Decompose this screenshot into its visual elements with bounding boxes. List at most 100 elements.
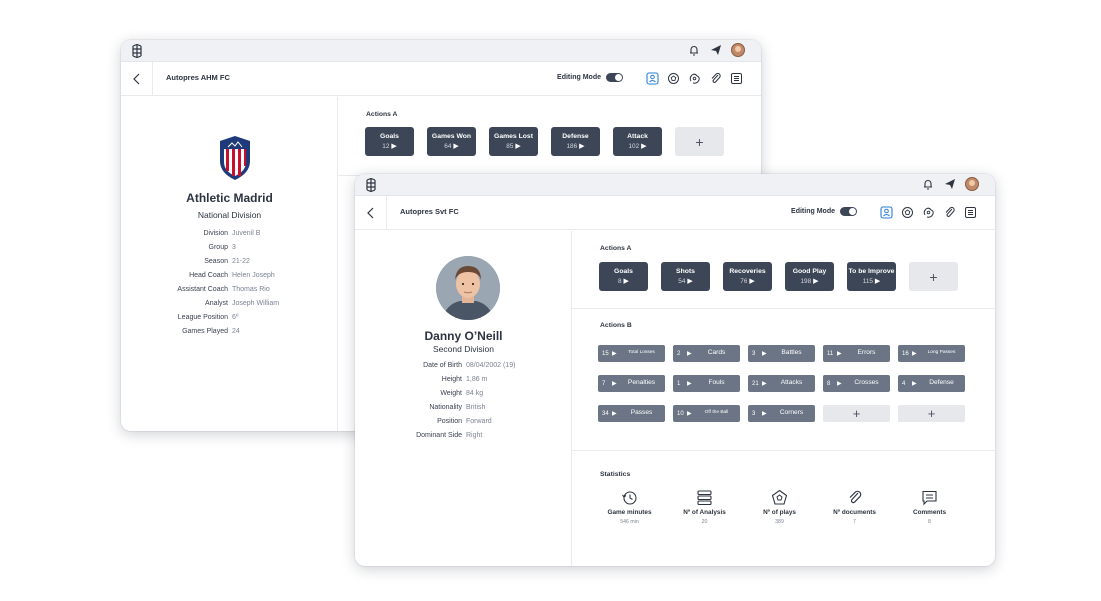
stat-value: 389 <box>775 519 784 525</box>
stat-analysis: Nº of Analysis 20 <box>667 489 742 525</box>
action-b-button-total-losses[interactable]: 15 ▶ Total Losses <box>598 345 665 362</box>
info-label: Season <box>204 257 228 265</box>
add-action-b-button[interactable]: + <box>823 405 890 422</box>
info-value: 21-22 <box>232 257 250 265</box>
actions-a-row: Goals 8 Shots 54 Recoveries 76 Good Play 198… <box>599 262 958 291</box>
action-b-name: Passes <box>630 409 653 417</box>
info-label: Games Played <box>182 327 228 335</box>
pentagon-ball-icon <box>771 489 788 505</box>
action-b-button-corners[interactable]: 3 ▶ Corners <box>748 405 815 422</box>
action-b-button-crosses[interactable]: 8 ▶ Crosses <box>823 375 890 392</box>
bell-icon[interactable] <box>921 177 935 191</box>
back-arrow-icon[interactable] <box>363 205 379 221</box>
paperclip-icon[interactable] <box>709 72 722 85</box>
stat-value: 8 <box>928 519 931 525</box>
pentagon-ball-icon[interactable] <box>667 72 680 85</box>
team-profile-icon[interactable] <box>646 72 659 85</box>
info-value: Thomas Rio <box>232 285 270 293</box>
action-b-count: 2 <box>677 350 681 357</box>
player-actions-panel: Actions A Goals 8 Shots 54 Recoveries 76 Go… <box>572 231 995 566</box>
actions-a-title: Actions A <box>366 111 398 118</box>
action-button-games-lost[interactable]: Games Lost 85 <box>489 127 538 156</box>
action-b-button-fouls[interactable]: 1 ▶ Fouls <box>673 375 740 392</box>
action-b-button-passes[interactable]: 34 ▶ Passes <box>598 405 665 422</box>
paperclip-icon <box>849 490 862 504</box>
info-value: Joseph William <box>232 299 280 307</box>
plays-icon[interactable] <box>688 72 701 85</box>
action-button-recoveries[interactable]: Recoveries 76 <box>723 262 772 291</box>
action-name: Attack <box>627 132 648 140</box>
statistics-title: Statistics <box>600 471 631 478</box>
pentagon-ball-icon[interactable] <box>901 206 914 219</box>
user-avatar[interactable] <box>965 177 979 191</box>
play-icon: ▶ <box>837 351 842 357</box>
player-profile-icon[interactable] <box>880 206 893 219</box>
app-logo-icon <box>132 44 142 58</box>
section-divider <box>572 450 995 451</box>
action-b-button-off-the-ball[interactable]: 10 ▶ Off the Ball <box>673 405 740 422</box>
stat-label: Nº of Analysis <box>683 509 726 516</box>
actions-a-title: Actions A <box>600 245 632 252</box>
stat-game-minutes: Game minutes 546 min <box>592 489 667 525</box>
paperclip-icon[interactable] <box>943 206 956 219</box>
action-button-to-be-improve[interactable]: To be Improve 115 <box>847 262 896 291</box>
action-name: Shots <box>676 267 695 275</box>
action-button-shots[interactable]: Shots 54 <box>661 262 710 291</box>
team-division: National Division <box>197 210 262 220</box>
editing-mode-control[interactable]: Editing Mode <box>791 207 857 216</box>
back-arrow-icon[interactable] <box>129 71 145 87</box>
info-label: Assistant Coach <box>177 285 228 293</box>
add-action-button[interactable]: + <box>909 262 958 291</box>
editing-mode-control[interactable]: Editing Mode <box>557 73 623 82</box>
info-value: Helen Joseph <box>232 271 275 279</box>
info-row: Position Forward <box>355 414 572 428</box>
editing-mode-toggle[interactable] <box>606 73 623 82</box>
action-count: 85 <box>506 142 520 150</box>
action-b-button-attacks[interactable]: 21 ▶ Attacks <box>748 375 815 392</box>
player-photo <box>436 256 500 320</box>
send-icon[interactable] <box>943 177 957 191</box>
action-b-button-cards[interactable]: 2 ▶ Cards <box>673 345 740 362</box>
stat-documents: Nº documents 7 <box>817 489 892 525</box>
action-b-count: 7 <box>602 380 606 387</box>
stat-value: 7 <box>853 519 856 525</box>
info-row: League Position 6º <box>121 310 338 324</box>
action-name: Goals <box>614 267 633 275</box>
action-button-games-won[interactable]: Games Won 64 <box>427 127 476 156</box>
editing-mode-toggle[interactable] <box>840 207 857 216</box>
action-b-button-penalties[interactable]: 7 ▶ Penalties <box>598 375 665 392</box>
play-icon: ▶ <box>837 381 842 387</box>
add-action-b-button[interactable]: + <box>898 405 965 422</box>
action-b-button-battles[interactable]: 3 ▶ Battles <box>748 345 815 362</box>
info-label: Analyst <box>205 299 228 307</box>
action-button-good-play[interactable]: Good Play 198 <box>785 262 834 291</box>
action-button-goals[interactable]: Goals 8 <box>599 262 648 291</box>
send-icon[interactable] <box>709 43 723 57</box>
stat-label: Nº of plays <box>763 509 796 516</box>
action-b-button-errors[interactable]: 11 ▶ Errors <box>823 345 890 362</box>
action-name: Games Won <box>431 132 472 140</box>
notes-icon[interactable] <box>964 206 977 219</box>
plays-icon[interactable] <box>922 206 935 219</box>
info-label: Nationality <box>429 403 462 411</box>
bell-icon[interactable] <box>687 43 701 57</box>
history-clock-icon <box>622 491 637 505</box>
action-count: 102 <box>629 142 647 150</box>
add-action-button[interactable]: + <box>675 127 724 156</box>
action-b-count: 16 <box>902 350 909 357</box>
info-row: Assistant Coach Thomas Rio <box>121 282 338 296</box>
action-b-button-long-passes[interactable]: 16 ▶ Long Passes <box>898 345 965 362</box>
info-row: Games Played 24 <box>121 324 338 338</box>
play-icon: ▶ <box>912 351 917 357</box>
info-value: 6º <box>232 313 239 321</box>
club-title: Autopres Svt FC <box>400 207 459 216</box>
action-button-attack[interactable]: Attack 102 <box>613 127 662 156</box>
user-avatar[interactable] <box>731 43 745 57</box>
info-label: Height <box>441 375 462 383</box>
page-header: Autopres AHM FC Editing Mode <box>121 62 761 96</box>
notes-icon[interactable] <box>730 72 743 85</box>
action-button-goals[interactable]: Goals 12 <box>365 127 414 156</box>
action-b-button-defense[interactable]: 4 ▶ Defense <box>898 375 965 392</box>
actions-a-row: Goals 12 Games Won 64 Games Lost 85 Defense… <box>365 127 724 156</box>
action-button-defense[interactable]: Defense 186 <box>551 127 600 156</box>
